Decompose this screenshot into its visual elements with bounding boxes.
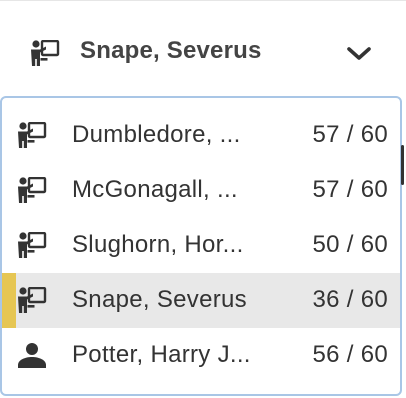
list-item[interactable]: Dumbledore, ... 57 / 60: [2, 108, 400, 163]
list-item-name: Slughorn, Hor...: [72, 231, 244, 258]
scrollbar[interactable]: [401, 145, 404, 185]
selected-student-label: Snape, Severus: [80, 37, 262, 64]
list-item-name: McGonagall, ...: [72, 176, 238, 203]
teacher-icon: [17, 122, 47, 148]
grader-selector-panel: Snape, Severus Dumbledore, ... 57 / 60 M…: [0, 0, 406, 398]
student-selector-dropdown[interactable]: Snape, Severus: [0, 20, 406, 86]
list-item-name: Snape, Severus: [72, 286, 247, 313]
list-item-score: 57 / 60: [312, 121, 388, 148]
top-divider: [0, 0, 406, 1]
teacher-icon: [30, 40, 60, 66]
teacher-icon: [17, 287, 47, 313]
selected-marker: [2, 273, 16, 328]
teacher-icon: [17, 177, 47, 203]
list-item[interactable]: McGonagall, ... 57 / 60: [2, 163, 400, 218]
chevron-down-icon[interactable]: [346, 44, 372, 64]
list-item[interactable]: Slughorn, Hor... 50 / 60: [2, 218, 400, 273]
list-item-score: 36 / 60: [312, 286, 388, 313]
list-item-score: 50 / 60: [312, 231, 388, 258]
list-item-score: 56 / 60: [312, 341, 388, 368]
student-list-dropdown: Dumbledore, ... 57 / 60 McGonagall, ... …: [0, 96, 402, 396]
list-item-name: Potter, Harry J...: [72, 341, 251, 368]
person-icon: [17, 342, 47, 368]
teacher-icon: [17, 232, 47, 258]
list-item[interactable]: Potter, Harry J... 56 / 60: [2, 328, 400, 383]
list-item-name: Dumbledore, ...: [72, 121, 241, 148]
list-item-selected[interactable]: Snape, Severus 36 / 60: [2, 273, 400, 328]
list-item-score: 57 / 60: [312, 176, 388, 203]
